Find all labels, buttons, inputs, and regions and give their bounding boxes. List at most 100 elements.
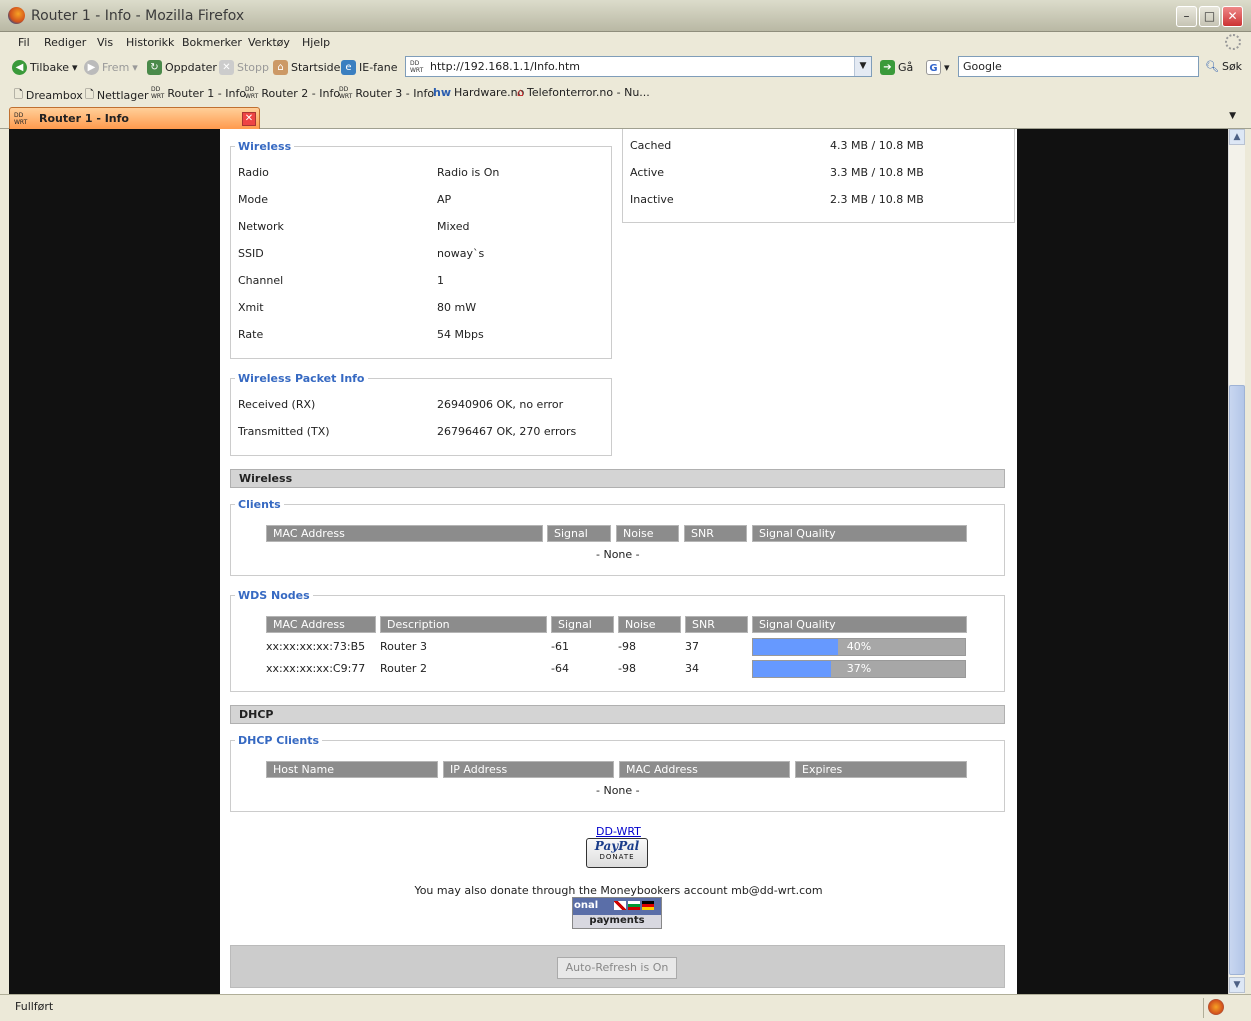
menu-bookmarks[interactable]: Bokmerker	[182, 36, 242, 49]
home-button[interactable]: ⌂ Startside	[273, 60, 340, 75]
channel-label: Channel	[238, 274, 284, 287]
bookmark-nettlager[interactable]: 🗋 Nettlager	[85, 86, 149, 105]
bookmark-hardware[interactable]: hw Hardware.no	[433, 86, 524, 99]
hardware-icon: hw	[433, 86, 451, 99]
memory-cached-value: 4.3 MB / 10.8 MB	[830, 139, 924, 152]
menu-view[interactable]: Vis	[97, 36, 113, 49]
clients-col-mac: MAC Address	[266, 525, 543, 542]
dhcp-section-header: DHCP	[230, 705, 1005, 724]
tab-close-icon[interactable]: ✕	[242, 112, 256, 126]
ddwrt-favicon-icon: DD WRT	[14, 112, 28, 126]
wds-row1-quality-bar: 40%	[752, 638, 966, 656]
packet-info-legend: Wireless Packet Info	[238, 372, 365, 385]
wds-row2-noise: -98	[618, 662, 636, 675]
menu-tools[interactable]: Verktøy	[248, 36, 290, 49]
menu-history[interactable]: Historikk	[126, 36, 174, 49]
search-engine-selector[interactable]: G ▾	[926, 60, 950, 75]
ddwrt-link[interactable]: DD-WRT	[596, 825, 641, 838]
go-button[interactable]: ➔ Gå	[880, 60, 913, 75]
home-icon: ⌂	[273, 60, 288, 75]
magnifier-icon: 🔍︎	[1205, 60, 1219, 73]
bookmark-router3[interactable]: DD WRT Router 3 - Info	[339, 86, 434, 100]
rx-label: Received (RX)	[238, 398, 316, 411]
back-button[interactable]: ◀ Tilbake ▾	[12, 60, 78, 75]
forward-button[interactable]: ▶ Frem ▾	[84, 60, 138, 75]
memory-active-value: 3.3 MB / 10.8 MB	[830, 166, 924, 179]
maximize-button[interactable]: □	[1199, 6, 1220, 27]
dhcp-col-mac: MAC Address	[619, 761, 790, 778]
google-icon: G	[926, 60, 941, 75]
house-icon: ⌂	[517, 86, 524, 99]
bookmark-telefonterror[interactable]: ⌂ Telefonterror.no - Nu...	[517, 86, 650, 99]
tab-router1-info[interactable]: DD WRT Router 1 - Info ✕	[9, 107, 260, 129]
clients-col-snr: SNR	[684, 525, 747, 542]
wireless-info-fieldset: Wireless	[230, 140, 612, 359]
auto-refresh-button[interactable]: Auto-Refresh is On	[557, 957, 677, 979]
rate-label: Rate	[238, 328, 264, 341]
tab-list-arrow-icon[interactable]: ▼	[1229, 111, 1236, 121]
wds-col-description: Description	[380, 616, 547, 633]
xmit-value: 80 mW	[437, 301, 477, 314]
paypal-logo: PayPal	[594, 839, 640, 853]
ie-tab-button[interactable]: e IE-fane	[341, 60, 398, 75]
mode-label: Mode	[238, 193, 268, 206]
wds-row1-noise: -98	[618, 640, 636, 653]
xmit-label: Xmit	[238, 301, 264, 314]
bookmarks-toolbar: 🗋 Dreambox 🗋 Nettlager DD WRT Router 1 - Inf…	[0, 81, 1251, 105]
clients-col-quality: Signal Quality	[752, 525, 967, 542]
wds-legend: WDS Nodes	[238, 589, 310, 602]
ssid-label: SSID	[238, 247, 264, 260]
scroll-up-icon[interactable]: ▲	[1229, 129, 1245, 145]
bookmark-router1[interactable]: DD WRT Router 1 - Info	[151, 86, 246, 100]
tx-value: 26796467 OK, 270 errors	[437, 425, 577, 438]
network-value: Mixed	[437, 220, 470, 233]
reload-button[interactable]: ↻ Oppdater	[147, 60, 217, 75]
scroll-thumb[interactable]	[1229, 385, 1245, 975]
menu-help[interactable]: Hjelp	[302, 36, 330, 49]
go-arrow-icon: ➔	[880, 60, 895, 75]
tab-label: Router 1 - Info	[39, 112, 129, 125]
dhcp-col-expires: Expires	[795, 761, 967, 778]
moneybookers-button[interactable]: onal payments	[572, 897, 662, 929]
minimize-button[interactable]: –	[1176, 6, 1197, 27]
wds-col-snr: SNR	[685, 616, 748, 633]
ddwrt-favicon-icon: DD WRT	[410, 60, 424, 74]
menu-edit[interactable]: Rediger	[44, 36, 86, 49]
status-bar: Fullført	[0, 994, 1251, 1021]
mb-top-label: onal	[574, 900, 599, 911]
search-input[interactable]: Google	[958, 56, 1199, 77]
stop-icon: ✕	[219, 60, 234, 75]
wds-row1-signal: -61	[551, 640, 569, 653]
wds-row1-mac: xx:xx:xx:xx:73:B5	[266, 640, 366, 653]
wds-row1-snr: 37	[685, 640, 699, 653]
menu-file[interactable]: Fil	[18, 36, 30, 49]
scroll-down-icon[interactable]: ▼	[1229, 977, 1245, 993]
url-dropdown-icon[interactable]: ▼	[854, 57, 871, 76]
bookmark-router2[interactable]: DD WRT Router 2 - Info	[245, 86, 340, 100]
wds-col-signal: Signal	[551, 616, 614, 633]
back-arrow-icon: ◀	[12, 60, 27, 75]
clients-col-signal: Signal	[547, 525, 611, 542]
bookmark-dreambox[interactable]: 🗋 Dreambox	[14, 86, 83, 105]
wds-row2-quality-bar: 37%	[752, 660, 966, 678]
address-bar[interactable]: DD WRT http://192.168.1.1/Info.htm ▼	[405, 56, 872, 77]
window-titlebar: Router 1 - Info - Mozilla Firefox – □ ✕	[0, 0, 1251, 32]
forward-arrow-icon: ▶	[84, 60, 99, 75]
page-icon: 🗋	[14, 88, 23, 101]
stop-button[interactable]: ✕ Stopp	[219, 60, 269, 75]
quality-text: 37%	[846, 662, 872, 675]
paypal-donate-button[interactable]: PayPal DONATE	[586, 838, 648, 868]
search-button[interactable]: 🔍︎ Søk	[1205, 60, 1242, 73]
tab-bar: DD WRT Router 1 - Info ✕ ▼	[0, 105, 1251, 129]
memory-fieldset	[622, 129, 1015, 223]
uk-flag-icon	[613, 900, 626, 910]
vertical-scrollbar[interactable]: ▲ ▼	[1228, 129, 1245, 994]
refresh-bar: Auto-Refresh is On	[230, 945, 1005, 988]
ddwrt-icon: DD WRT	[151, 86, 165, 100]
wds-col-mac: MAC Address	[266, 616, 376, 633]
close-window-button[interactable]: ✕	[1222, 6, 1243, 27]
rate-value: 54 Mbps	[437, 328, 484, 341]
firefox-status-icon	[1208, 999, 1224, 1015]
url-text: http://192.168.1.1/Info.htm	[430, 60, 581, 73]
ddwrt-icon: DD WRT	[339, 86, 353, 100]
